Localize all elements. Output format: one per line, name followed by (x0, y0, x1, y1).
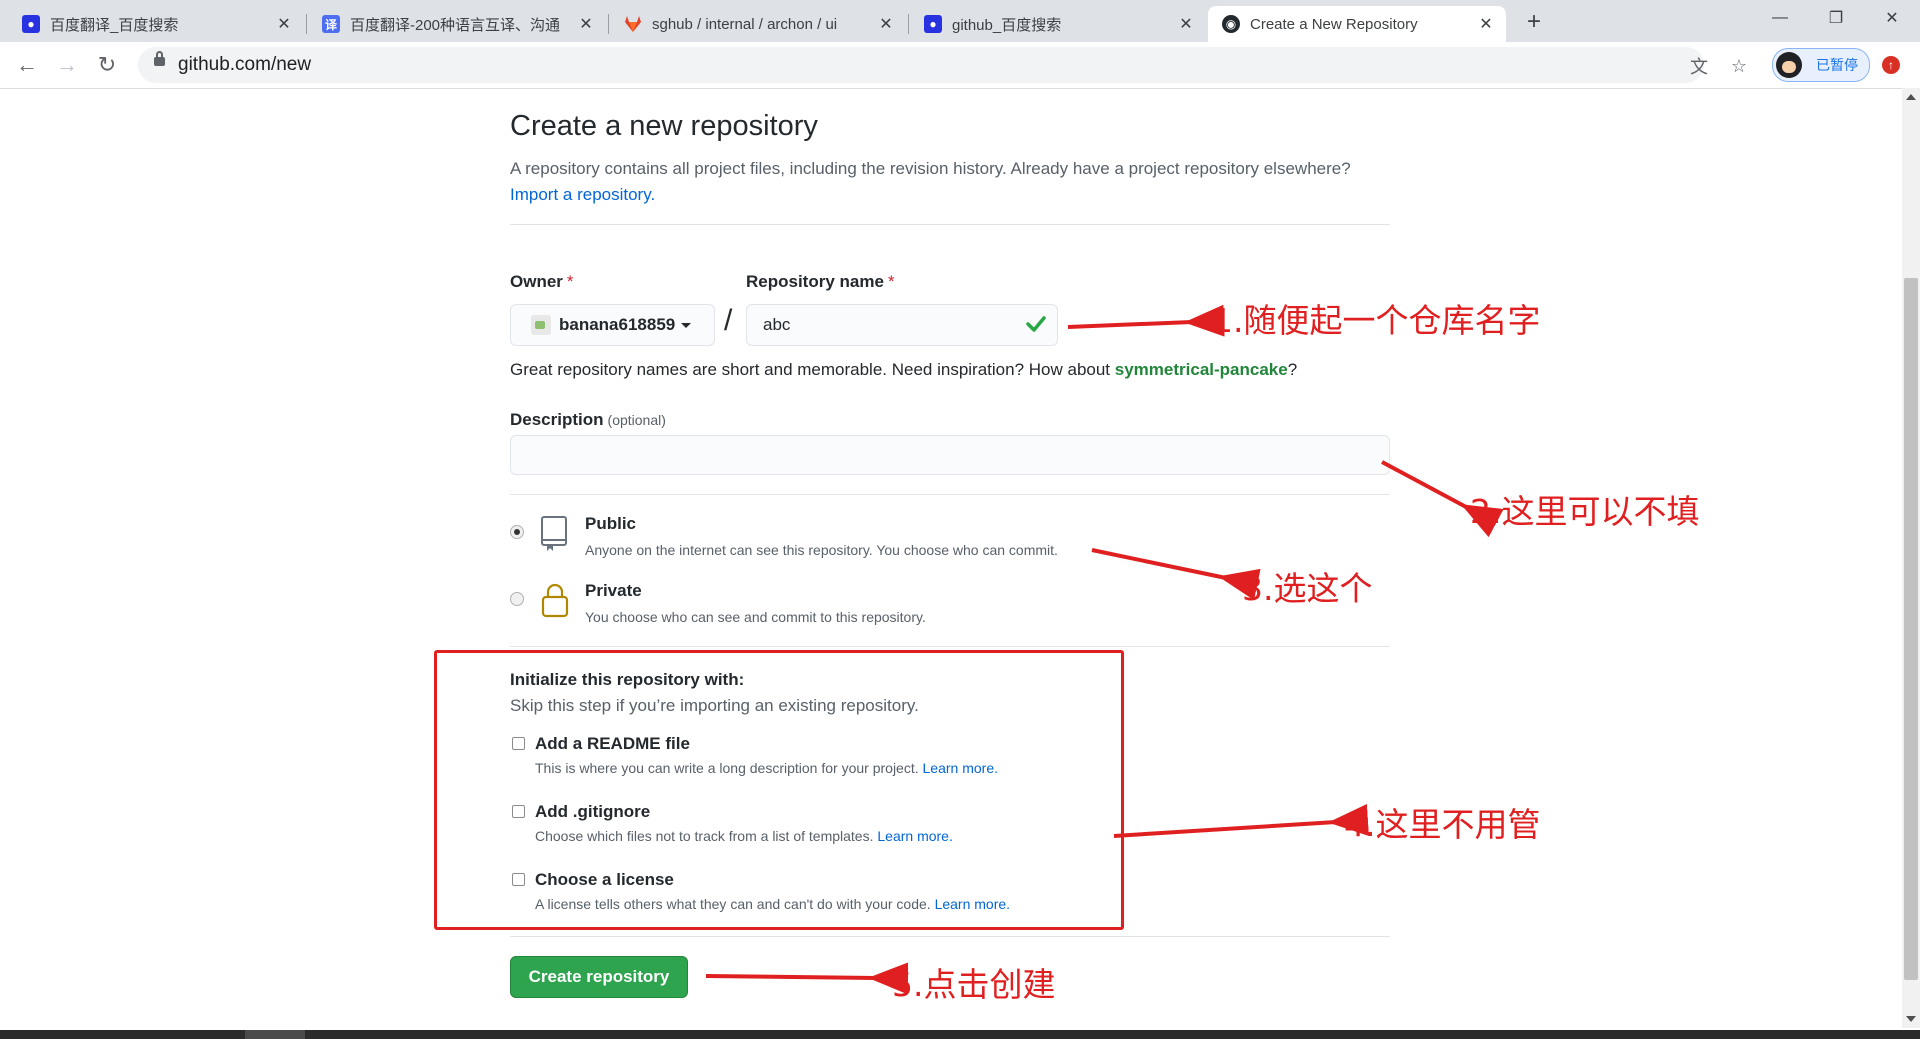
forward-button[interactable]: → (52, 50, 82, 80)
divider (510, 646, 1390, 647)
tab-title: Create a New Repository (1250, 15, 1418, 33)
tab-title: sghub / internal / archon / ui (652, 15, 838, 33)
address-bar[interactable]: github.com/new 文 ☆ (138, 47, 1747, 83)
page-scrollbar[interactable] (1902, 88, 1920, 1028)
browser-tab-bar: ● 百度翻译_百度搜索 ✕ 译 百度翻译-200种语言互译、沟通 ✕ sghub… (0, 0, 1920, 42)
baidu-paw-icon: ● (22, 15, 40, 33)
url-text: github.com/new (178, 54, 312, 75)
create-repository-button[interactable]: Create repository (510, 956, 688, 998)
browser-toolbar: ← → ↻ github.com/new 文 ☆ 已暂停 ↑ (0, 42, 1920, 89)
restore-button[interactable]: ❐ (1808, 0, 1864, 36)
arrow-1 (1067, 304, 1225, 337)
private-description: You choose who can see and commit to thi… (585, 609, 926, 625)
close-icon[interactable]: ✕ (274, 14, 294, 34)
arrow-3 (1091, 548, 1261, 601)
annotation-1: 1.随便起一个仓库名字 (1212, 301, 1541, 340)
annotation-3: 3.选这个 (1242, 569, 1373, 608)
public-radio[interactable] (510, 525, 524, 539)
window-close-button[interactable]: ✕ (1864, 0, 1920, 36)
tab-create-repository[interactable]: ◉ Create a New Repository ✕ (1208, 6, 1506, 42)
tab-baidu-translate-search[interactable]: ● 百度翻译_百度搜索 ✕ (8, 6, 304, 42)
scroll-down-arrow-icon[interactable] (1906, 1016, 1916, 1022)
scrollbar-thumb[interactable] (1904, 278, 1918, 980)
repository-name-input[interactable]: abc (746, 304, 1058, 346)
owner-dropdown[interactable]: banana618859 (510, 304, 715, 346)
arrow-2 (1381, 460, 1504, 538)
bookmark-star-icon[interactable]: ☆ (1728, 55, 1750, 77)
minimize-button[interactable]: — (1752, 0, 1808, 36)
owner-repo-separator: / (724, 304, 733, 337)
tab-title: github_百度搜索 (952, 16, 1062, 34)
hint-end: ? (1287, 360, 1298, 379)
tab-baidu-translate[interactable]: 译 百度翻译-200种语言互译、沟通 ✕ (308, 6, 606, 42)
public-description: Anyone on the internet can see this repo… (585, 542, 1058, 558)
close-icon[interactable]: ✕ (1476, 14, 1496, 34)
new-tab-button[interactable]: + (1520, 8, 1548, 36)
required-mark: * (566, 272, 574, 291)
close-icon[interactable]: ✕ (576, 14, 596, 34)
lock-icon (541, 583, 569, 618)
subtitle-text: A repository contains all project files,… (510, 159, 1351, 178)
description-label-text: Description (510, 410, 604, 429)
repo-icon (541, 516, 567, 551)
tab-separator (608, 14, 609, 34)
owner-avatar (531, 315, 551, 335)
profile-button[interactable]: 已暂停 (1772, 48, 1870, 82)
private-title: Private (585, 581, 642, 600)
close-icon[interactable]: ✕ (876, 14, 896, 34)
tab-separator (908, 14, 909, 34)
tab-github-search[interactable]: ● github_百度搜索 ✕ (910, 6, 1206, 42)
owner-label: Owner * (510, 272, 574, 292)
divider (510, 224, 1390, 225)
private-radio[interactable] (510, 592, 524, 606)
arrow-5 (705, 962, 909, 995)
back-button[interactable]: ← (12, 50, 42, 80)
close-icon[interactable]: ✕ (1176, 14, 1196, 34)
profile-status: 已暂停 (1816, 57, 1858, 73)
divider (510, 936, 1390, 937)
owner-label-text: Owner (510, 272, 563, 291)
hint-text: Great repository names are short and mem… (510, 360, 1115, 379)
page-title: Create a new repository (510, 110, 818, 142)
annotation-4: 4.这里不用管 (1344, 805, 1541, 844)
taskbar-item[interactable] (245, 1030, 305, 1039)
annotation-box-initialize (434, 650, 1124, 930)
github-icon: ◉ (1222, 15, 1240, 33)
tab-separator (306, 14, 307, 34)
tab-gitlab[interactable]: sghub / internal / archon / ui ✕ (610, 6, 906, 42)
gitlab-icon (624, 15, 642, 33)
repo-name-label: Repository name * (746, 272, 895, 292)
avatar (1776, 52, 1802, 78)
annotation-2: 2.这里可以不填 (1470, 492, 1700, 531)
optional-tag: (optional) (607, 412, 666, 428)
translate-icon[interactable]: 文 (1688, 55, 1710, 77)
tab-title: 百度翻译-200种语言互译、沟通 (350, 16, 561, 34)
reload-button[interactable]: ↻ (92, 50, 122, 80)
baidu-translate-icon: 译 (322, 15, 340, 33)
public-title: Public (585, 514, 637, 533)
baidu-paw-icon: ● (924, 15, 942, 33)
repository-name-value: abc (763, 315, 791, 334)
import-repository-link[interactable]: Import a repository. (510, 185, 655, 204)
divider (510, 494, 1390, 495)
lock-icon (154, 51, 165, 66)
tab-title: 百度翻译_百度搜索 (50, 16, 179, 34)
required-mark: * (887, 272, 895, 291)
os-taskbar (0, 1030, 1920, 1039)
description-input[interactable] (510, 435, 1390, 475)
owner-name: banana618859 (559, 315, 676, 334)
description-label: Description (optional) (510, 410, 666, 430)
chevron-down-icon (681, 322, 692, 328)
page-subtitle: A repository contains all project files,… (510, 156, 1410, 208)
name-hint: Great repository names are short and mem… (510, 360, 1297, 380)
name-suggestion[interactable]: symmetrical-pancake (1115, 360, 1288, 379)
scroll-up-arrow-icon[interactable] (1906, 94, 1916, 100)
update-icon[interactable]: ↑ (1882, 56, 1900, 74)
repo-name-label-text: Repository name (746, 272, 884, 291)
arrow-4 (1113, 804, 1369, 838)
checkmark-icon (1026, 316, 1046, 332)
annotation-5: 5.点击创建 (892, 965, 1056, 1004)
